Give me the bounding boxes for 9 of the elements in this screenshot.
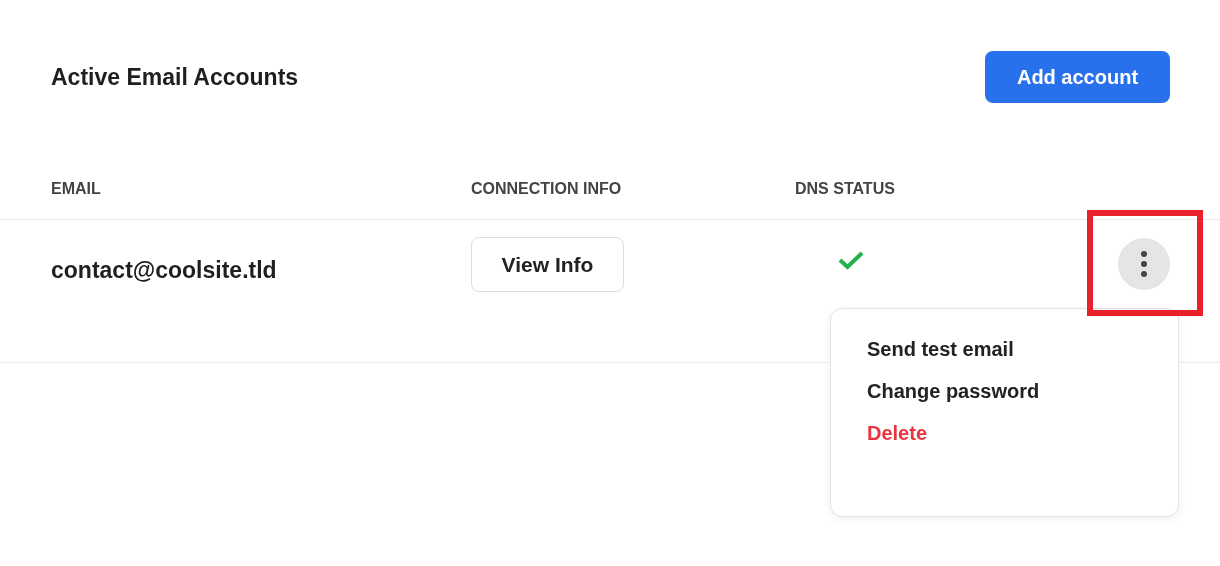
more-options-button[interactable] [1118,238,1170,290]
view-info-button[interactable]: View Info [471,237,624,292]
column-header: CONNECTION INFO [471,180,622,197]
page-title: Active Email Accounts [51,63,299,92]
email-address: contact@coolsite.tld [51,257,277,283]
column-header: EMAIL [51,180,101,197]
column-header: DNS STATUS [795,180,895,197]
more-options-icon [1140,250,1148,278]
add-account-button[interactable]: Add account [985,51,1170,103]
